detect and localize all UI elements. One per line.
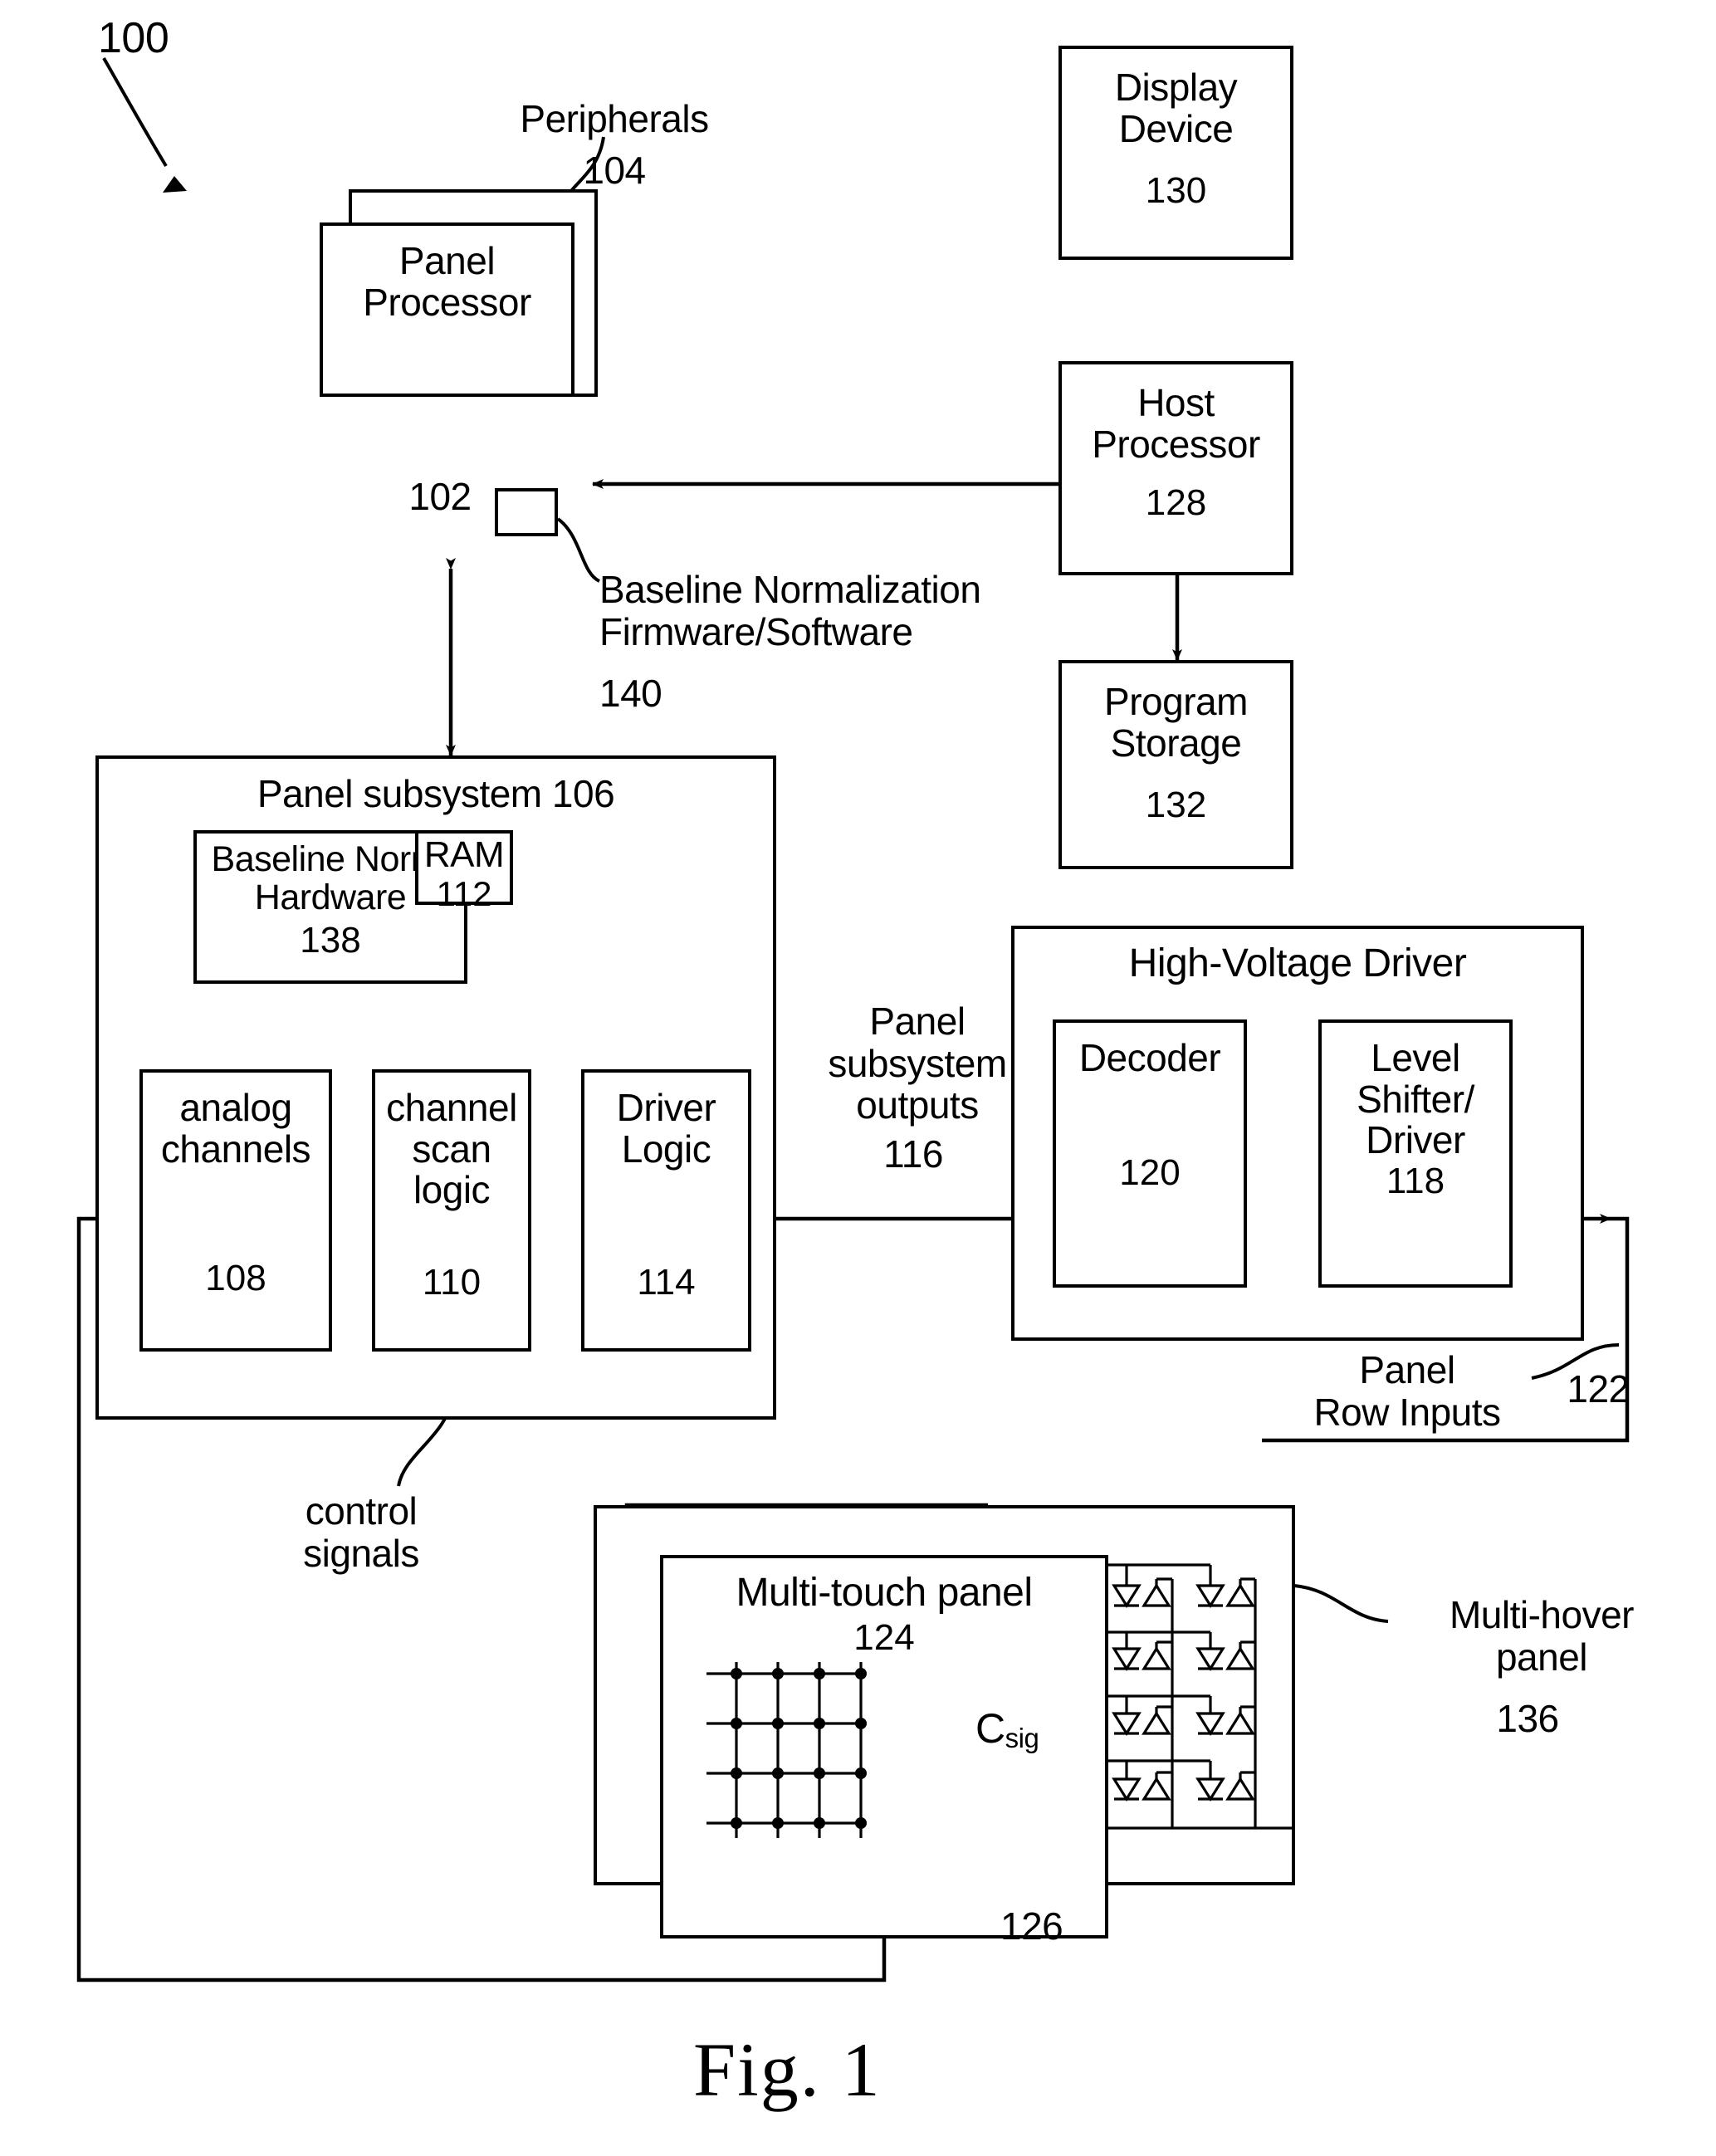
program-storage-title: Program Storage — [1104, 680, 1248, 765]
analog-channels-box: analog channels 108 — [139, 1069, 332, 1352]
sensor-node-ref: 126 — [1000, 1904, 1063, 1948]
program-storage-ref: 132 — [1145, 785, 1207, 826]
figure-caption: Fig. 1 — [693, 2027, 882, 2112]
panel-processor-box: Panel Processor — [320, 222, 574, 397]
decoder-title: Decoder — [1078, 1036, 1221, 1079]
baseline-normalization-firmware-box — [495, 488, 558, 536]
display-device-title: Display Device — [1114, 66, 1238, 150]
host-processor-box: Host Processor 128 — [1058, 361, 1293, 575]
high-voltage-driver-title: High-Voltage Driver — [1128, 941, 1467, 985]
peripherals-label: Peripherals — [520, 97, 709, 140]
channel-scan-logic-ref: 110 — [422, 1262, 482, 1303]
baseline-normalization-firmware-ref: 140 — [599, 672, 662, 715]
panel-processor-title: Panel Processor — [363, 239, 531, 324]
baseline-norm-hardware-ref: 138 — [300, 919, 361, 961]
multi-touch-panel-title: Multi-touch panel — [736, 1571, 1033, 1615]
panel-subsystem-title: Panel subsystem 106 — [257, 772, 615, 815]
peripherals-ref: 104 — [583, 149, 646, 192]
multi-hover-panel-ref: 136 — [1496, 1697, 1559, 1740]
level-shifter-driver-title: Level Shifter/ Driver — [1357, 1036, 1474, 1162]
display-device-ref: 130 — [1145, 170, 1207, 212]
level-shifter-driver-ref: 118 — [1386, 1161, 1445, 1202]
control-signals-label: control signals — [303, 1489, 419, 1575]
panel-processor-ref: 102 — [408, 475, 472, 518]
decoder-ref: 120 — [1119, 1152, 1181, 1194]
ram-title: RAM — [423, 834, 505, 875]
analog-channels-ref: 108 — [205, 1258, 266, 1299]
system-reference-100: 100 — [98, 14, 169, 62]
program-storage-box: Program Storage 132 — [1058, 660, 1293, 869]
ram-box: RAM 112 — [415, 830, 513, 912]
level-shifter-driver-box: Level Shifter/ Driver 118 — [1318, 1019, 1513, 1288]
channel-scan-logic-title: channel scan logic — [386, 1086, 517, 1212]
display-device-box: Display Device 130 — [1058, 46, 1293, 260]
patent-figure-1: 100 Peripherals 104 Panel Processor 102 … — [0, 0, 1716, 2156]
decoder-box: Decoder 120 — [1053, 1019, 1247, 1288]
host-processor-title: Host Processor — [1092, 381, 1260, 466]
panel-row-inputs-label: Panel Row Inputs — [1313, 1348, 1501, 1434]
channel-scan-logic-box: channel scan logic 110 — [372, 1069, 531, 1352]
baseline-norm-hardware-title: Baseline Norm. Hardware — [211, 839, 450, 918]
driver-logic-title: Driver Logic — [616, 1086, 716, 1171]
driver-logic-box: Driver Logic 114 — [581, 1069, 751, 1352]
csig-letter: C — [975, 1705, 1005, 1752]
driver-logic-ref: 114 — [637, 1262, 696, 1303]
multi-touch-panel-ref: 124 — [853, 1616, 915, 1658]
multi-hover-diode-grid — [1099, 1563, 1295, 1830]
panel-subsystem-outputs-label: Panel subsystem outputs — [828, 1000, 1007, 1127]
panel-subsystem-outputs-ref: 116 — [883, 1132, 943, 1176]
analog-channels-title: analog channels — [160, 1086, 311, 1171]
baseline-normalization-firmware-label: Baseline Normalization Firmware/Software — [599, 568, 981, 653]
host-processor-ref: 128 — [1145, 482, 1207, 524]
ram-ref: 112 — [436, 873, 492, 913]
panel-row-inputs-ref: 122 — [1567, 1367, 1630, 1410]
csig-subscript: sig — [1005, 1723, 1039, 1753]
csig-label: Csig — [975, 1660, 1039, 1753]
multi-touch-sensor-grid — [706, 1662, 867, 1838]
multi-hover-panel-label: Multi-hover panel — [1449, 1593, 1635, 1679]
